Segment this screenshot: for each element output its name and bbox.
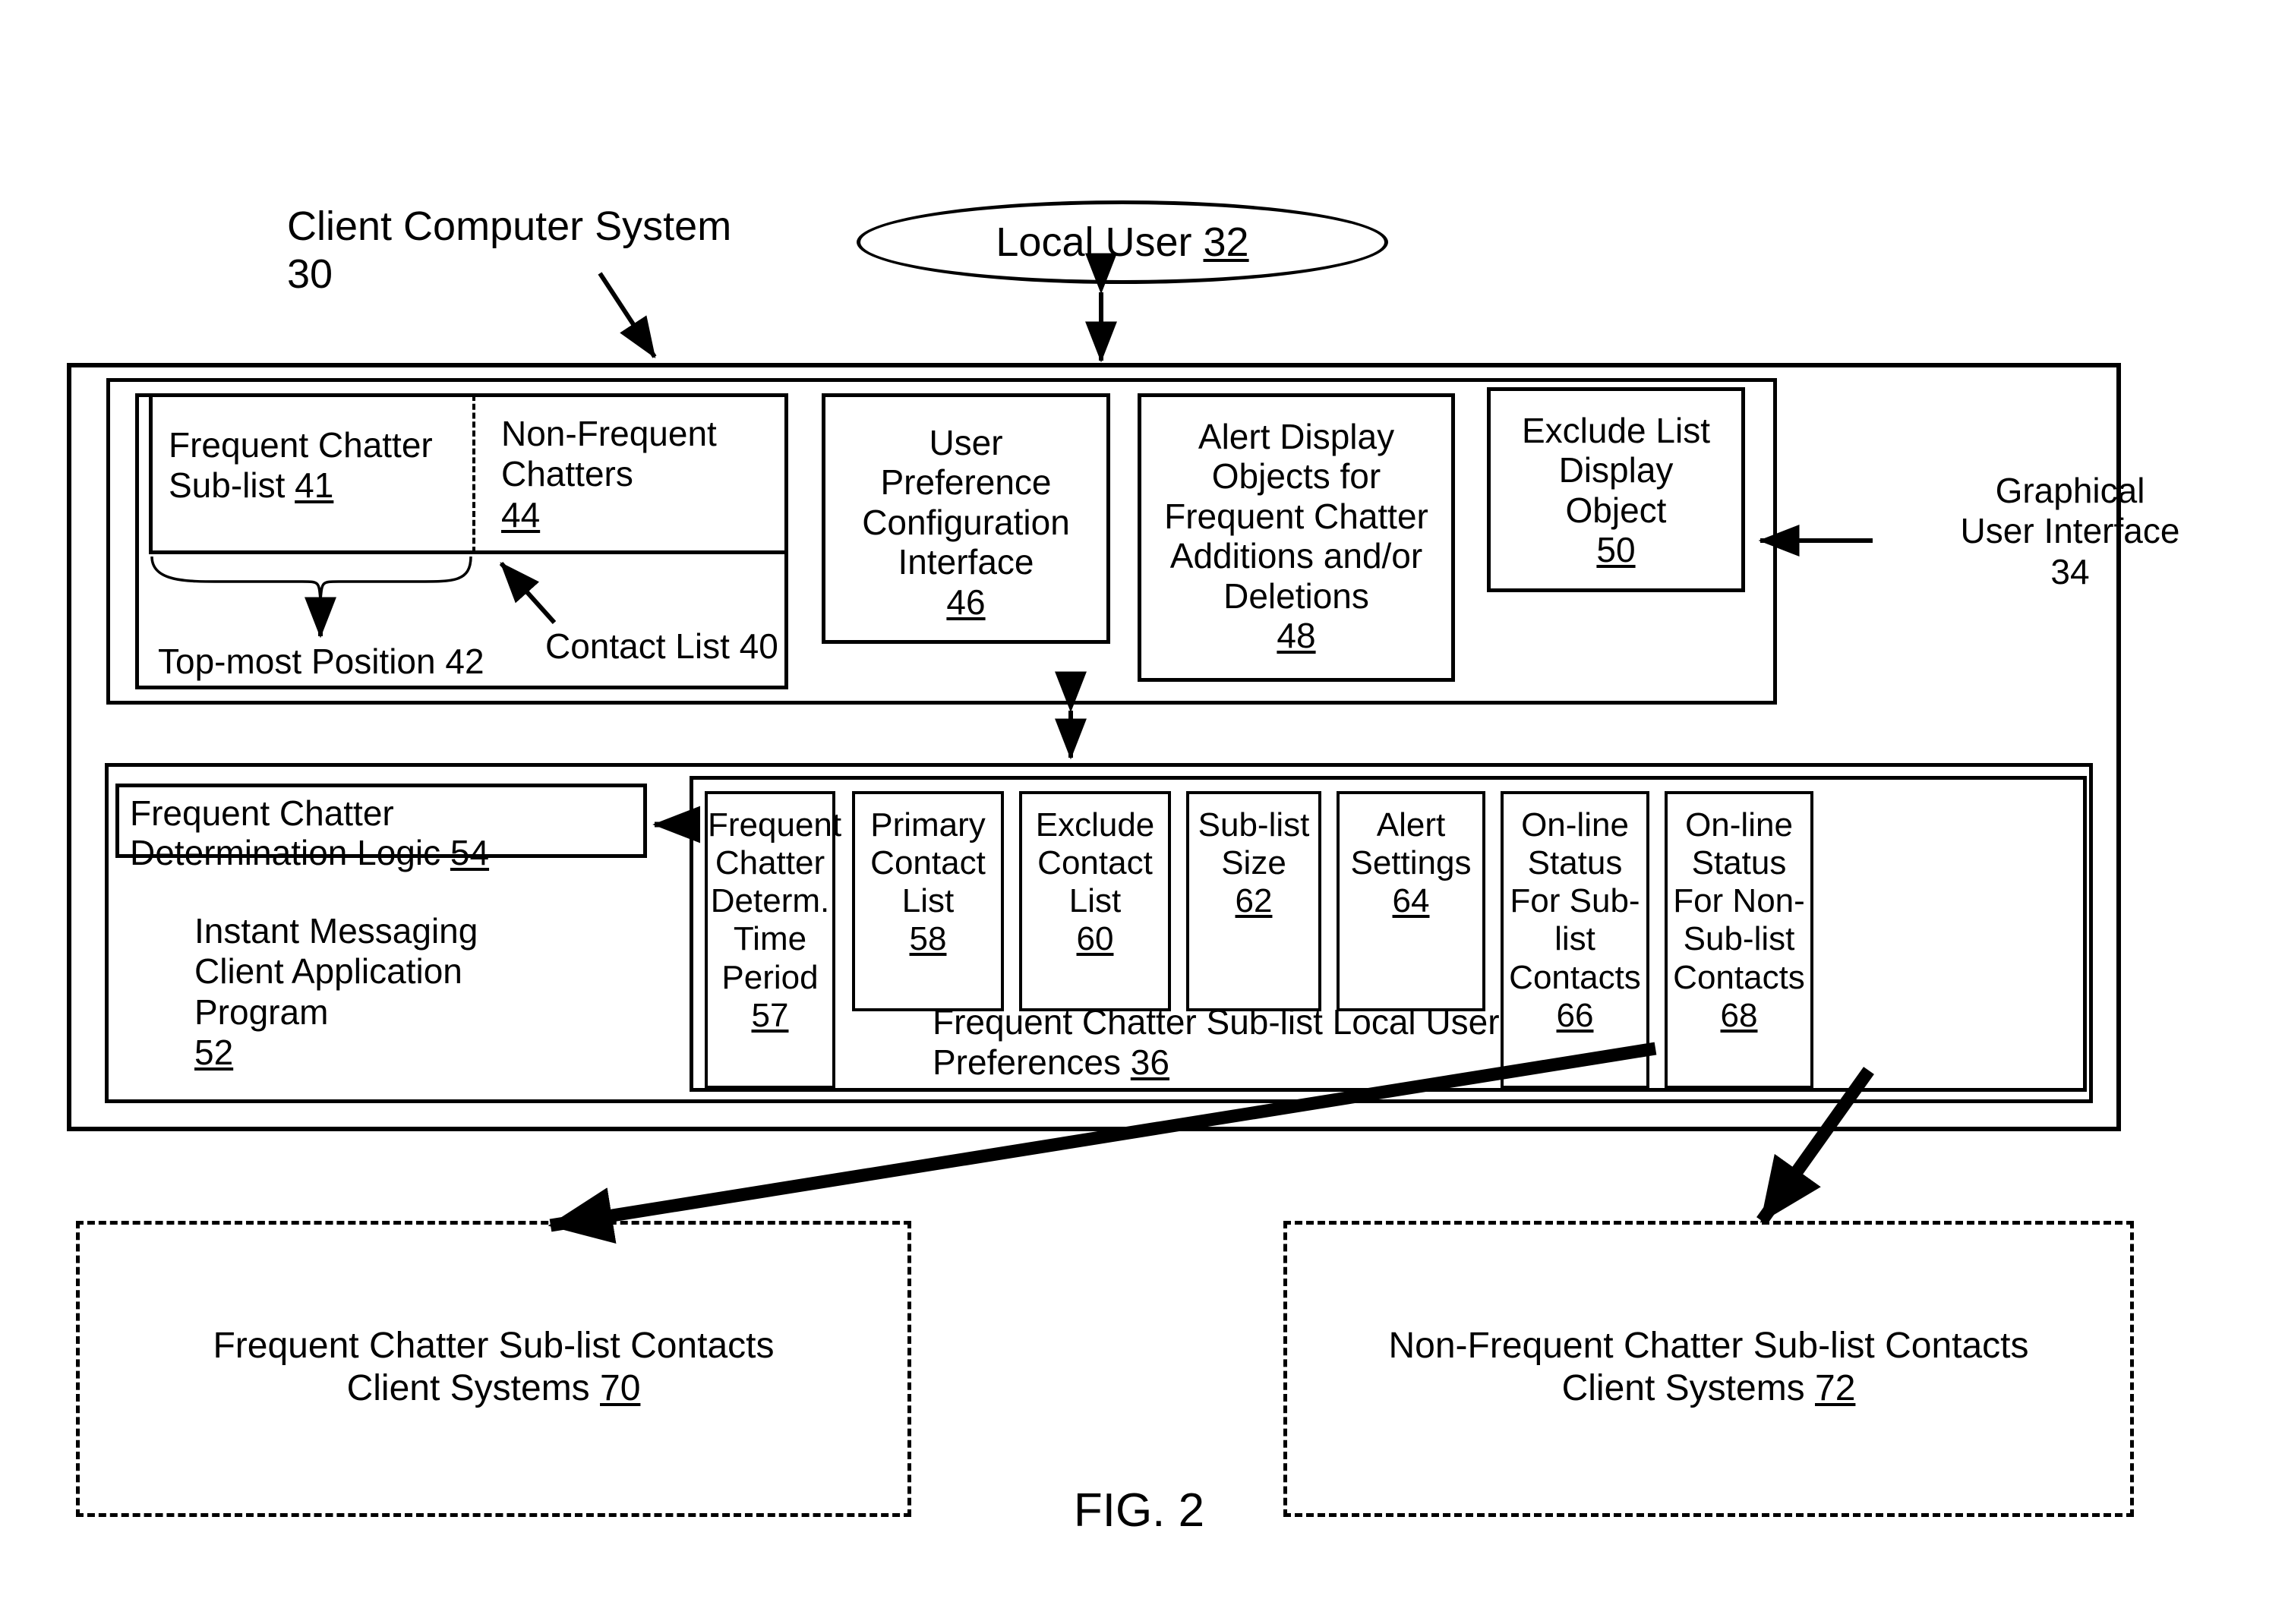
frequent-chatter-sub-list-line1: Frequent Chatter: [169, 425, 433, 465]
preference-box-online-status-non-sub-list-contacts-num: 68: [1720, 996, 1758, 1034]
preference-box-sub-list-size-line1: Sub-list: [1198, 806, 1310, 844]
preference-box-exclude-contact-list: Exclude Contact List 60: [1019, 791, 1171, 1011]
preference-box-alert-settings: Alert Settings 64: [1337, 791, 1485, 1011]
exclude-list-display-object-box: Exclude List Display Object 50: [1487, 387, 1745, 592]
eldo-line1: Exclude List: [1521, 411, 1710, 450]
graphical-user-interface-label: Graphical User Interface 34: [1888, 471, 2252, 607]
frequent-chatter-determination-logic-box: Frequent Chatter Determination Logic 54: [115, 784, 647, 872]
preference-box-online-status-sub-list-contacts-line2: Status: [1527, 844, 1623, 882]
preference-box-primary-contact-list-num: 58: [909, 920, 947, 958]
preference-box-online-status-non-sub-list-contacts-line3: For Non-: [1673, 882, 1805, 920]
fcslccs-line2: Client Systems 70: [346, 1367, 641, 1408]
fcdl-line2: Determination Logic 54: [130, 833, 490, 873]
preference-box-online-status-non-sub-list-contacts-line2: Status: [1691, 844, 1787, 882]
frequent-chatter-sub-list-contacts-client-systems-label: Frequent Chatter Sub-list Contacts Clien…: [99, 1325, 888, 1416]
fcslccs-line1: Frequent Chatter Sub-list Contacts: [213, 1326, 775, 1366]
nfcslccs-line1: Non-Frequent Chatter Sub-list Contacts: [1388, 1326, 2029, 1366]
imcap-line2: Client Application: [194, 951, 462, 992]
frequent-chatter-sub-list-label: Frequent Chatter Sub-list 41: [169, 425, 472, 524]
preference-box-frequent-chatter-determ-time-period-line4: Time: [733, 920, 807, 958]
figure-canvas: Local User 32 Client Computer System 30 …: [0, 0, 2285, 1624]
preferences-caption: Frequent Chatter Sub-list Local User Pre…: [933, 1002, 1616, 1093]
frequent-chatter-sub-list-line2: Sub-list 41: [169, 465, 334, 506]
alert-display-objects-box: Alert Display Objects for Frequent Chatt…: [1138, 393, 1455, 682]
imcap-line1: Instant Messaging: [194, 911, 478, 951]
figure-caption: FIG. 2: [1073, 1484, 1205, 1537]
preferences-caption-line1: Frequent Chatter Sub-list Local User: [933, 1002, 1500, 1042]
preference-box-exclude-contact-list-num: 60: [1076, 920, 1114, 958]
preference-box-online-status-non-sub-list-contacts-line1: On-line: [1685, 806, 1793, 844]
non-frequent-chatters-line1: Non-Frequent: [501, 414, 717, 453]
preference-box-frequent-chatter-determ-time-period-line2: Chatter: [715, 844, 825, 882]
upc-line3: Configuration: [862, 502, 1070, 542]
preference-box-primary-contact-list: Primary Contact List 58: [852, 791, 1004, 1011]
upc-line2: Preference: [880, 462, 1052, 503]
local-user-ellipse: Local User 32: [857, 200, 1388, 284]
preference-box-online-status-sub-list-contacts-line5: Contacts: [1509, 958, 1641, 996]
preference-box-online-status-sub-list-contacts-line1: On-line: [1521, 806, 1629, 844]
preference-box-frequent-chatter-determ-time-period-line1: Frequent: [708, 806, 842, 844]
gui-label-num: 34: [2050, 551, 2090, 591]
local-user-label: Local User 32: [996, 219, 1249, 265]
preference-box-exclude-contact-list-line2: Contact: [1037, 844, 1153, 882]
preference-box-alert-settings-line2: Settings: [1350, 844, 1472, 882]
eldo-num: 50: [1596, 530, 1636, 570]
eldo-line2: Display: [1558, 450, 1674, 490]
contact-list-label: Contact List 40: [545, 626, 778, 667]
upc-num: 46: [946, 582, 986, 622]
non-frequent-chatters-label: Non-Frequent Chatters 44: [501, 414, 790, 550]
imcap-line3: Program: [194, 992, 329, 1032]
client-computer-system-label: Client Computer System 30: [287, 203, 732, 297]
preference-box-alert-settings-line1: Alert: [1376, 806, 1446, 844]
non-frequent-chatters-num: 44: [501, 494, 541, 535]
preference-box-online-status-sub-list-contacts-line3: For Sub-: [1510, 882, 1640, 920]
preference-box-online-status-sub-list-contacts-line4: list: [1554, 920, 1595, 958]
ado-line4: Additions and/or: [1169, 536, 1423, 576]
preference-box-exclude-contact-list-line1: Exclude: [1035, 806, 1155, 844]
preference-box-frequent-chatter-determ-time-period-line3: Determ.: [710, 882, 830, 920]
preference-box-primary-contact-list-line2: Contact: [870, 844, 986, 882]
ado-line3: Frequent Chatter: [1164, 496, 1428, 536]
ado-line5: Deletions: [1223, 575, 1369, 616]
instant-messaging-client-application-program-label: Instant Messaging Client Application Pro…: [194, 911, 589, 1086]
gui-label-line2: User Interface: [1960, 511, 2180, 551]
preference-box-frequent-chatter-determ-time-period-line5: Period: [721, 958, 819, 996]
preference-box-sub-list-size-num: 62: [1235, 882, 1273, 920]
ado-line1: Alert Display: [1198, 417, 1395, 456]
preference-box-primary-contact-list-line1: Primary: [870, 806, 986, 844]
ado-line2: Objects for: [1211, 456, 1381, 497]
non-frequent-chatters-line2: Chatters: [501, 454, 633, 494]
upc-line1: User: [929, 423, 1003, 462]
preference-box-frequent-chatter-determ-time-period: Frequent Chatter Determ. Time Period 57: [705, 791, 842, 1089]
fcdl-line1: Frequent Chatter: [130, 793, 394, 833]
non-frequent-chatter-sub-list-contacts-client-systems-label: Non-Frequent Chatter Sub-list Contacts C…: [1299, 1325, 2119, 1416]
gui-label-line1: Graphical: [1995, 471, 2145, 510]
ado-num: 48: [1277, 616, 1316, 656]
upc-line4: Interface: [898, 542, 1034, 582]
preference-box-sub-list-size-line2: Size: [1221, 844, 1286, 882]
preference-box-online-status-non-sub-list-contacts-line5: Contacts: [1673, 958, 1805, 996]
preference-box-online-status-non-sub-list-contacts-line4: Sub-list: [1683, 920, 1795, 958]
preference-box-online-status-non-sub-list-contacts: On-line Status For Non- Sub-list Contacts 68: [1665, 791, 1813, 1089]
user-preference-configuration-interface-box: User Preference Configuration Interface …: [822, 393, 1110, 644]
top-most-position-label: Top-most Position 42: [158, 642, 484, 682]
preference-box-sub-list-size: Sub-list Size 62: [1186, 791, 1321, 1011]
preferences-caption-line2: Preferences 36: [933, 1042, 1169, 1083]
preference-box-primary-contact-list-line3: List: [901, 882, 955, 920]
preference-box-frequent-chatter-determ-time-period-num: 57: [751, 996, 789, 1034]
preference-box-exclude-contact-list-line3: List: [1068, 882, 1122, 920]
preference-box-alert-settings-num: 64: [1392, 882, 1430, 920]
imcap-num: 52: [194, 1033, 234, 1073]
contact-list-divider: [472, 395, 475, 553]
eldo-line3: Object: [1565, 490, 1667, 530]
nfcslccs-line2: Client Systems 72: [1561, 1367, 1856, 1408]
